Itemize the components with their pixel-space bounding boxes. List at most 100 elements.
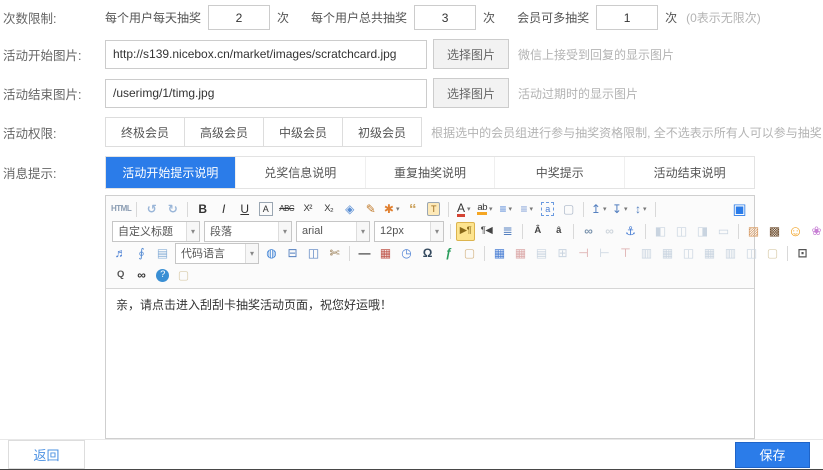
autotypeset-icon[interactable]: ✱▾ [382,200,401,219]
special-char-icon[interactable]: Ω [418,244,437,263]
toolbar-separator [187,202,188,217]
template-icon[interactable]: ◫ [304,244,323,263]
link-icon[interactable]: ∞ [579,222,598,241]
ltr-icon[interactable]: ▶¶ [456,222,475,241]
fullscreen-icon[interactable]: ▣ [730,200,749,219]
superscript-icon[interactable]: X² [298,200,317,219]
music-icon[interactable]: ♬ [111,244,130,263]
per-day-label: 每个用户每天抽奖 [105,9,201,26]
underline-icon[interactable]: U [235,200,254,219]
strikethrough-icon[interactable]: ABC [277,200,296,219]
image-inline-icon: ▭ [714,222,733,241]
end-image-input[interactable] [105,79,427,108]
pagebreak-icon[interactable]: ⊟ [283,244,302,263]
subscript-icon[interactable]: X₂ [319,200,338,219]
indent-first-icon[interactable]: ≣ [498,222,517,241]
message-tab-4[interactable]: 中奖提示 [494,157,624,188]
per-day-input[interactable] [208,5,270,30]
paragraph-spacing-icon[interactable]: ↧▾ [610,200,629,219]
toolbar-row-2: 自定义标题▾段落▾arial▾12px▾▶¶¶◀≣Ââ∞∞⚓◧◫◨▭▨▩☺❀▤ [107,220,753,242]
rtl-icon[interactable]: ¶◀ [477,222,496,241]
code-language-select[interactable]: 代码语言▾ [175,243,259,264]
editor-content[interactable]: 亲，请点击进入刮刮卡抽奖活动页面，祝您好运哦！ [106,289,754,438]
uppercase-icon[interactable]: Â [528,222,547,241]
print-icon[interactable]: ⊡ [793,244,812,263]
attachment-icon[interactable]: ∮ [132,244,151,263]
permission-option-4[interactable]: 初级会员 [342,117,422,147]
per-day-group: 每个用户每天抽奖 次 [105,5,289,30]
paste-text-icon[interactable]: T [424,200,443,219]
source-code-icon[interactable]: HTML [111,200,131,219]
ordered-list-icon[interactable]: ≡▾ [496,200,515,219]
font-border-icon[interactable]: A [256,200,275,219]
anchor-icon[interactable]: a [538,200,557,219]
scrawl-icon[interactable]: ▩ [765,222,784,241]
message-tab-3[interactable]: 重复抽奖说明 [365,157,495,188]
permission-option-3[interactable]: 中级会员 [263,117,343,147]
permission-hint: 根据选中的会员组进行参与抽奖资格限制, 全不选表示所有人可以参与抽奖 [431,124,822,141]
row-count-limits: 次数限制: 每个用户每天抽奖 次 每个用户总共抽奖 次 会员可多抽奖 次 (0表… [0,5,823,30]
start-image-hint: 微信上接受到回复的显示图片 [518,46,674,63]
permission-option-2[interactable]: 高级会员 [184,117,264,147]
message-tab-2[interactable]: 兑奖信息说明 [235,157,365,188]
undo-icon[interactable]: ↺ [142,200,161,219]
remove-format-icon[interactable]: ◈ [340,200,359,219]
delete-table-icon: ▦ [511,244,530,263]
map-icon[interactable]: ◍ [262,244,281,263]
permission-option-1[interactable]: 终极会员 [105,117,185,147]
indent-icon[interactable]: ↥▾ [589,200,608,219]
insert-table-icon[interactable]: ▦ [490,244,509,263]
quick-format-icon[interactable]: ▢ [460,244,479,263]
total-label: 每个用户总共抽奖 [311,9,407,26]
preview-icon[interactable]: Q [111,266,130,285]
font-color-icon[interactable]: A▾ [454,200,473,219]
insert-image-icon[interactable]: ▨ [744,222,763,241]
formula-icon[interactable]: ƒ [439,244,458,263]
horizontal-rule-icon[interactable]: — [355,244,374,263]
lowercase-icon[interactable]: â [549,222,568,241]
anchor2-icon[interactable]: ⚓ [621,222,640,241]
message-label: 消息提示: [0,163,105,182]
blockquote-icon[interactable]: “ [403,200,422,219]
blank-page-icon[interactable]: ▢ [559,200,578,219]
start-image-choose-button[interactable]: 选择图片 [433,39,509,69]
redo-icon[interactable]: ↻ [163,200,182,219]
bold-icon[interactable]: B [193,200,212,219]
paragraph-select[interactable]: 段落▾ [204,221,292,242]
message-tab-5[interactable]: 活动结束说明 [624,157,754,188]
date-icon[interactable]: ▦ [376,244,395,263]
save-button[interactable]: 保存 [735,442,810,468]
scratchcard-activity-settings-page: 次数限制: 每个用户每天抽奖 次 每个用户总共抽奖 次 会员可多抽奖 次 (0表… [0,0,823,470]
back-button[interactable]: 返回 [8,440,85,469]
row-permission: 活动权限: 终极会员高级会员中级会员初级会员 根据选中的会员组进行参与抽奖资格限… [0,117,823,147]
toolbar-row-4: Q∞?▢ [107,264,753,286]
font-family-select[interactable]: arial▾ [296,221,370,242]
highlight-color-icon[interactable]: ab▾ [475,200,494,219]
editor-paragraph: 亲，请点击进入刮刮卡抽奖活动页面，祝您好运哦！ [116,296,744,313]
custom-title-select[interactable]: 自定义标题▾ [112,221,200,242]
end-image-choose-button[interactable]: 选择图片 [433,78,509,108]
member-extra-input[interactable] [596,5,658,30]
toolbar-row-3: ♬∮▤代码语言▾◍⊟◫✄—▦◷Ωƒ▢▦▦▤⊞⊣⊢⊤▥▦◫▦▥◫▢⊡ [107,242,753,264]
insert-col-icon: ⊢ [595,244,614,263]
toolbar-separator [484,246,485,261]
search-replace-icon[interactable]: ∞ [132,266,151,285]
time-icon[interactable]: ◷ [397,244,416,263]
message-tab-1[interactable]: 活动开始提示说明 [106,157,235,188]
line-height-icon[interactable]: ↕▾ [631,200,650,219]
insert-code-icon[interactable]: ▤ [153,244,172,263]
rich-text-editor: HTML↺↻BIUAABCX²X₂◈✎✱▾“TA▾ab▾≡▾≡▾a▢↥▾↧▾↕▾… [105,195,755,439]
emoji-icon[interactable]: ☺ [786,222,805,241]
background-icon[interactable]: ❀ [807,222,823,241]
image-left-icon: ◧ [651,222,670,241]
format-painter-icon[interactable]: ✎ [361,200,380,219]
help-icon[interactable]: ? [153,266,172,285]
table-style4-icon: ▦ [700,244,719,263]
unordered-list-icon[interactable]: ≡▾ [517,200,536,219]
total-input[interactable] [414,5,476,30]
start-image-input[interactable] [105,40,427,69]
screenshot-icon[interactable]: ✄ [325,244,344,263]
font-size-select[interactable]: 12px▾ [374,221,444,242]
italic-icon[interactable]: I [214,200,233,219]
count-limit-label: 次数限制: [0,8,105,27]
